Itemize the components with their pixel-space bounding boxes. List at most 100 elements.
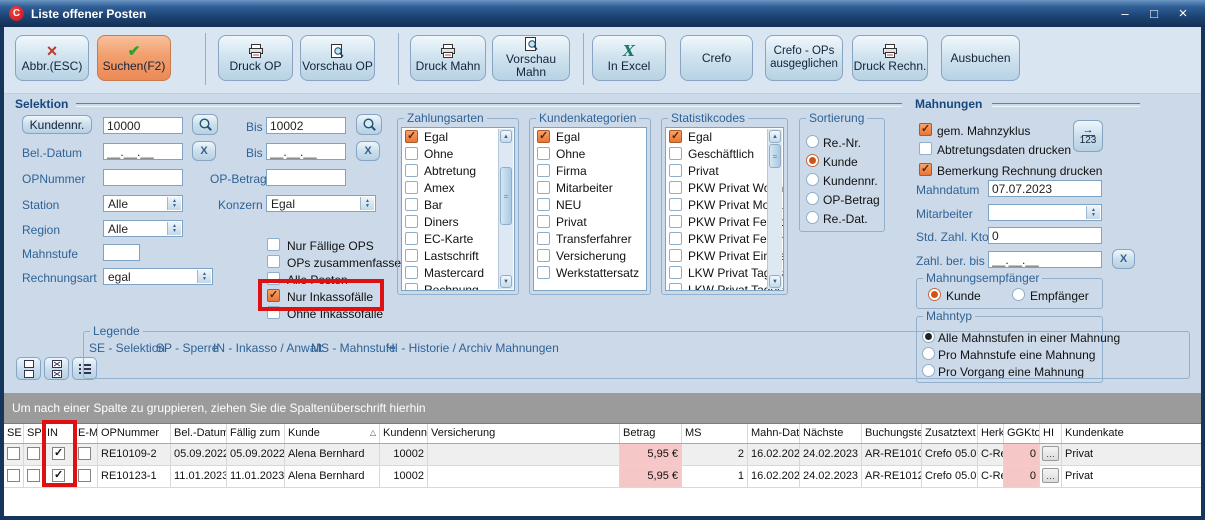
checkbox-icon[interactable] bbox=[669, 215, 682, 228]
col-se[interactable]: SE bbox=[4, 424, 24, 443]
checkbox-icon[interactable] bbox=[405, 181, 418, 194]
zahlberbis-clear-button[interactable]: X bbox=[1112, 249, 1135, 269]
col-em[interactable]: E-M bbox=[75, 424, 98, 443]
checkbox-icon[interactable] bbox=[669, 164, 682, 177]
checkbox-icon[interactable] bbox=[405, 266, 418, 279]
kundennr-von-input[interactable] bbox=[103, 117, 183, 134]
checkbox-icon[interactable] bbox=[405, 164, 418, 177]
col-herk[interactable]: Herk. bbox=[978, 424, 1004, 443]
sort-opbetrag-radio[interactable] bbox=[806, 192, 819, 205]
checkbox-icon[interactable] bbox=[537, 198, 550, 211]
hi-button[interactable]: … bbox=[1042, 468, 1059, 483]
maximize-button[interactable]: □ bbox=[1142, 4, 1166, 22]
checkbox-icon[interactable] bbox=[405, 283, 418, 291]
list-item[interactable]: Mitarbeiter bbox=[534, 179, 646, 196]
kundennr-bis-input[interactable] bbox=[266, 117, 346, 134]
zahlberbis-input[interactable] bbox=[988, 251, 1102, 268]
col-sp[interactable]: SP bbox=[24, 424, 44, 443]
checkbox-icon[interactable] bbox=[405, 215, 418, 228]
checkbox-icon[interactable] bbox=[405, 232, 418, 245]
preview-op-button[interactable]: Vorschau OP bbox=[300, 35, 375, 81]
scroll-up-icon[interactable]: ▲ bbox=[500, 130, 512, 143]
col-kunde[interactable]: Kunde△ bbox=[285, 424, 380, 443]
sort-renr-radio[interactable] bbox=[806, 135, 819, 148]
col-mahndat[interactable]: Mahn-Dat. bbox=[748, 424, 800, 443]
se-checkbox[interactable] bbox=[7, 447, 20, 460]
scroll-down-icon[interactable]: ▼ bbox=[500, 275, 512, 288]
search-button[interactable]: ✔ Suchen(F2) bbox=[97, 35, 171, 81]
checkbox-icon[interactable] bbox=[537, 232, 550, 245]
list-item[interactable]: PKW Privat Ferienl bbox=[666, 230, 783, 247]
col-ggkto[interactable]: GGKto bbox=[1004, 424, 1040, 443]
empfaenger-empfaenger-radio[interactable] bbox=[1012, 288, 1025, 301]
list-item[interactable]: LKW Privat Tages bbox=[666, 281, 783, 291]
col-ms[interactable]: MS bbox=[682, 424, 748, 443]
checkbox-icon[interactable] bbox=[537, 266, 550, 279]
checkbox-icon[interactable] bbox=[537, 215, 550, 228]
list-item[interactable]: Firma bbox=[534, 162, 646, 179]
list-item[interactable]: Geschäftlich bbox=[666, 145, 783, 162]
checkbox-icon[interactable] bbox=[537, 164, 550, 177]
mahndatum-input[interactable] bbox=[988, 180, 1102, 197]
station-combo[interactable]: Alle ▲▼ bbox=[103, 195, 183, 212]
crefo-button[interactable]: Crefo bbox=[680, 35, 753, 81]
excel-button[interactable]: X In Excel bbox=[592, 35, 666, 81]
em-checkbox[interactable] bbox=[78, 447, 91, 460]
col-buchungstext[interactable]: Buchungstext bbox=[862, 424, 922, 443]
col-opnummer[interactable]: OPNummer bbox=[98, 424, 171, 443]
em-checkbox[interactable] bbox=[78, 469, 91, 482]
list-item[interactable]: PKW Privat Einwe bbox=[666, 247, 783, 264]
se-checkbox[interactable] bbox=[7, 469, 20, 482]
list-item[interactable]: PKW Privat Feierta bbox=[666, 213, 783, 230]
list-item[interactable]: Ohne bbox=[534, 145, 646, 162]
sort-kundennr-radio[interactable] bbox=[806, 173, 819, 186]
checkbox-checked-icon[interactable] bbox=[537, 130, 550, 143]
spinner-icon[interactable]: ▲▼ bbox=[167, 222, 181, 235]
col-kundennr[interactable]: Kundennr. bbox=[380, 424, 428, 443]
kundennr-button[interactable]: Kundennr. bbox=[22, 115, 92, 134]
close-button[interactable]: × bbox=[1171, 4, 1195, 22]
spinner-icon[interactable]: ▲▼ bbox=[197, 270, 211, 283]
scrollbar-thumb[interactable]: = bbox=[500, 167, 512, 225]
gem-mahnzyklus-checkbox[interactable] bbox=[919, 123, 932, 136]
kundennr-bis-search-button[interactable] bbox=[356, 114, 382, 135]
checkbox-icon[interactable] bbox=[669, 181, 682, 194]
spinner-icon[interactable]: ▲▼ bbox=[167, 197, 181, 210]
beldatum-bis-input[interactable] bbox=[266, 143, 346, 160]
col-beldatum[interactable]: Bel.-Datum bbox=[171, 424, 227, 443]
nur-faellige-ops-checkbox[interactable] bbox=[267, 238, 280, 251]
list-item[interactable]: Versicherung bbox=[534, 247, 646, 264]
checkbox-icon[interactable] bbox=[669, 283, 682, 291]
list-item[interactable]: Werkstattersatz bbox=[534, 264, 646, 281]
list-item[interactable]: NEU bbox=[534, 196, 646, 213]
scrollbar[interactable]: ▲ = ▼ bbox=[498, 129, 513, 289]
col-hi[interactable]: HI bbox=[1040, 424, 1062, 443]
table-row[interactable]: RE10109-2 05.09.2022 05.09.2022 Alena Be… bbox=[4, 444, 1201, 466]
list-item[interactable]: PKW Privat Woch bbox=[666, 179, 783, 196]
sort-kunde-radio[interactable] bbox=[806, 154, 819, 167]
col-faelligzum[interactable]: Fällig zum bbox=[227, 424, 285, 443]
list-item[interactable]: Transferfahrer bbox=[534, 230, 646, 247]
list-item[interactable]: Egal bbox=[534, 128, 646, 145]
uncheck-all-button[interactable] bbox=[16, 357, 41, 380]
sort-redat-radio[interactable] bbox=[806, 211, 819, 224]
spinner-icon[interactable]: ▲▼ bbox=[360, 197, 374, 210]
checkbox-icon[interactable] bbox=[669, 147, 682, 160]
spinner-icon[interactable]: ▲▼ bbox=[1086, 206, 1100, 219]
crefo-ops-button[interactable]: Crefo - OPs ausgeglichen bbox=[765, 35, 843, 81]
print-rechn-button[interactable]: Druck Rechn. bbox=[852, 35, 928, 81]
col-naechste[interactable]: Nächste bbox=[800, 424, 862, 443]
opnummer-input[interactable] bbox=[103, 169, 183, 186]
region-combo[interactable]: Alle ▲▼ bbox=[103, 220, 183, 237]
checkbox-icon[interactable] bbox=[537, 181, 550, 194]
check-all-button[interactable] bbox=[44, 357, 69, 380]
col-betrag[interactable]: Betrag bbox=[620, 424, 682, 443]
konzern-combo[interactable]: Egal ▲▼ bbox=[266, 195, 376, 212]
beldatum-bis-clear-button[interactable]: X bbox=[356, 141, 380, 161]
checkbox-icon[interactable] bbox=[405, 147, 418, 160]
checkbox-icon[interactable] bbox=[405, 198, 418, 211]
mitarbeiter-combo[interactable]: ▲▼ bbox=[988, 204, 1102, 221]
scrollbar-thumb[interactable]: = bbox=[769, 144, 781, 168]
empfaenger-kunde-radio[interactable] bbox=[928, 288, 941, 301]
checkbox-checked-icon[interactable] bbox=[405, 130, 418, 143]
